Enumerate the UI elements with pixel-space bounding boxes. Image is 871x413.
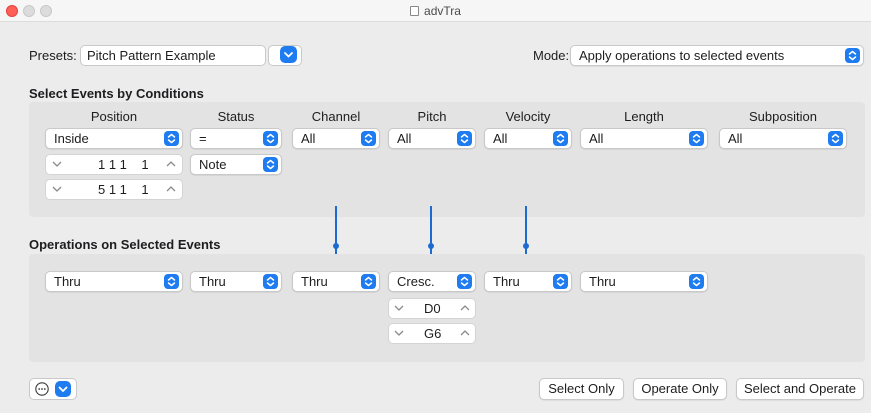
col-position: Position (90, 109, 138, 124)
operation-length-value: Thru (589, 274, 616, 289)
popup-stepper-icon (263, 157, 278, 172)
mode-value: Apply operations to selected events (579, 48, 785, 63)
operation-pitch-value: Cresc. (397, 274, 435, 289)
condition-pitch-popup[interactable]: All (388, 128, 476, 149)
select-only-button[interactable]: Select Only (539, 378, 624, 400)
chevron-down-icon (284, 52, 293, 58)
col-status: Status (217, 109, 255, 124)
operation-channel-value: Thru (301, 274, 328, 289)
window-title: advTra (0, 4, 871, 18)
popup-stepper-icon (361, 274, 376, 289)
velocity-link-dot[interactable] (523, 243, 529, 249)
condition-status-sub-value: Note (199, 157, 227, 172)
mode-label: Mode: (533, 48, 570, 63)
col-velocity: Velocity (505, 109, 551, 124)
popup-stepper-icon (689, 131, 704, 146)
popup-stepper-icon (845, 48, 860, 63)
popup-stepper-icon (361, 131, 376, 146)
pitch-from-value: D0 (424, 301, 441, 316)
chevron-down-icon[interactable] (392, 326, 406, 340)
pitch-link-dot[interactable] (428, 243, 434, 249)
condition-channel-popup[interactable]: All (292, 128, 380, 149)
mode-popup[interactable]: Apply operations to selected events (570, 45, 864, 66)
pitch-to-value: G6 (424, 326, 442, 341)
condition-pitch-value: All (397, 131, 412, 146)
chevron-down-icon[interactable] (392, 301, 406, 315)
more-options-control[interactable] (29, 378, 77, 400)
chevron-down-icon (58, 386, 68, 392)
operation-status-popup[interactable]: Thru (190, 271, 282, 292)
chevron-up-icon[interactable] (164, 182, 178, 196)
operation-velocity-value: Thru (493, 274, 520, 289)
popup-stepper-icon (457, 274, 472, 289)
presets-label: Presets: (29, 48, 77, 63)
condition-velocity-value: All (493, 131, 508, 146)
chevron-up-icon[interactable] (458, 301, 472, 315)
popup-stepper-icon (164, 131, 179, 146)
popup-stepper-icon (553, 274, 568, 289)
condition-position-value: Inside (54, 131, 89, 146)
popup-stepper-icon (553, 131, 568, 146)
window-title-text: advTra (424, 4, 461, 18)
select-and-operate-button[interactable]: Select and Operate (736, 378, 864, 400)
pitch-to-field[interactable]: G6 (388, 323, 476, 344)
channel-link-dot[interactable] (333, 243, 339, 249)
position-to-field[interactable]: 5 1 1 1 (45, 179, 183, 200)
operation-channel-popup[interactable]: Thru (292, 271, 380, 292)
presets-value: Pitch Pattern Example (87, 48, 216, 63)
condition-position-popup[interactable]: Inside (45, 128, 183, 149)
presets-menu-field[interactable] (268, 45, 302, 66)
position-to-value: 5 1 1 1 (98, 182, 149, 197)
condition-status-value: = (199, 131, 207, 146)
position-from-value: 1 1 1 1 (98, 157, 149, 172)
popup-stepper-icon (457, 131, 472, 146)
col-length: Length (624, 109, 664, 124)
condition-channel-value: All (301, 131, 316, 146)
operation-pitch-popup[interactable]: Cresc. (388, 271, 476, 292)
condition-velocity-popup[interactable]: All (484, 128, 572, 149)
operate-only-button[interactable]: Operate Only (633, 378, 727, 400)
popup-stepper-icon (164, 274, 179, 289)
more-options-dropdown-button[interactable] (55, 381, 71, 397)
condition-status-sub-popup[interactable]: Note (190, 154, 282, 175)
ellipsis-circle-icon[interactable] (34, 381, 50, 397)
presets-field[interactable]: Pitch Pattern Example (80, 45, 266, 66)
col-subposition: Subposition (749, 109, 817, 124)
position-from-field[interactable]: 1 1 1 1 (45, 154, 183, 175)
operation-position-value: Thru (54, 274, 81, 289)
operation-length-popup[interactable]: Thru (580, 271, 708, 292)
conditions-title: Select Events by Conditions (29, 86, 204, 101)
condition-length-value: All (589, 131, 604, 146)
popup-stepper-icon (828, 131, 843, 146)
condition-length-popup[interactable]: All (580, 128, 708, 149)
col-channel: Channel (311, 109, 361, 124)
popup-stepper-icon (263, 131, 278, 146)
chevron-down-icon[interactable] (50, 182, 64, 196)
operations-title: Operations on Selected Events (29, 237, 221, 252)
title-bar: advTra (0, 0, 871, 22)
document-icon (410, 6, 420, 16)
chevron-up-icon[interactable] (164, 157, 178, 171)
col-pitch: Pitch (417, 109, 447, 124)
presets-dropdown-button[interactable] (280, 46, 297, 63)
chevron-down-icon[interactable] (50, 157, 64, 171)
chevron-up-icon[interactable] (458, 326, 472, 340)
popup-stepper-icon (689, 274, 704, 289)
popup-stepper-icon (263, 274, 278, 289)
operation-position-popup[interactable]: Thru (45, 271, 183, 292)
condition-subposition-value: All (728, 131, 743, 146)
operation-velocity-popup[interactable]: Thru (484, 271, 572, 292)
operation-status-value: Thru (199, 274, 226, 289)
condition-status-popup[interactable]: = (190, 128, 282, 149)
pitch-from-field[interactable]: D0 (388, 298, 476, 319)
condition-subposition-popup[interactable]: All (719, 128, 847, 149)
